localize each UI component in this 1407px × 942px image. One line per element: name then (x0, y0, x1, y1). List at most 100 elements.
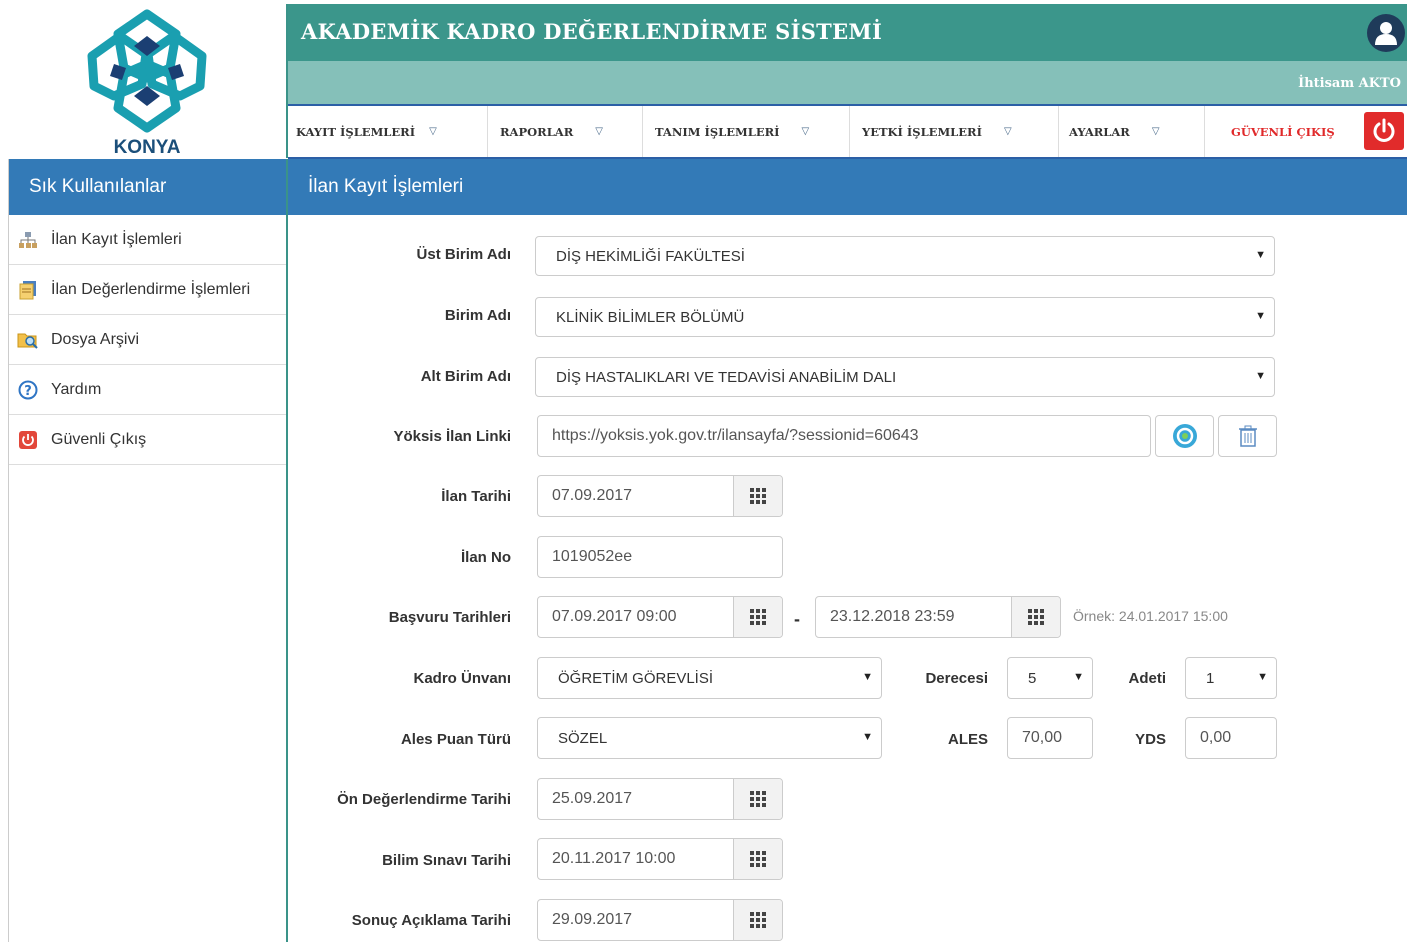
label-ust-birim: Üst Birim Adı (416, 246, 511, 263)
input-value: 20.11.2017 10:00 (552, 850, 676, 867)
power-icon (1373, 118, 1395, 142)
sidebar-item-label: İlan Değerlendirme İşlemleri (51, 280, 251, 298)
chevron-down-icon: ▽ (595, 126, 603, 137)
on-degerlendirme-input[interactable]: 25.09.2017 (537, 778, 783, 820)
nav-raporlar[interactable]: RAPORLAR ▽ (488, 106, 643, 157)
select-value: ÖĞRETİM GÖREVLİSİ (558, 669, 714, 687)
app-title: AKADEMİK KADRO DEĞERLENDİRME SİSTEMİ (301, 19, 883, 44)
sidebar-item-label: Güvenli Çıkış (51, 430, 147, 448)
basvuru-baslangic-input[interactable]: 07.09.2017 09:00 (537, 596, 783, 638)
main-nav: KAYIT İŞLEMLERİ ▽ RAPORLAR ▽ TANIM İŞLEMLE… (288, 104, 1407, 159)
select-value: 1 (1206, 669, 1215, 687)
chevron-down-icon: ▽ (801, 126, 810, 137)
sonuc-aciklama-input[interactable]: 29.09.2017 (537, 899, 783, 941)
calendar-grid-icon[interactable] (733, 597, 782, 637)
label-ilan-tarihi: İlan Tarihi (441, 488, 511, 505)
logo-text: KONYA (113, 137, 181, 158)
input-value: 07.09.2017 (552, 487, 633, 504)
calendar-grid-icon[interactable] (1011, 597, 1060, 637)
konya-logo-icon (87, 9, 207, 133)
input-value: 0,00 (1200, 729, 1232, 746)
label-adet: Adeti (1128, 670, 1167, 687)
refresh-button[interactable] (1155, 415, 1214, 457)
yds-input[interactable]: 0,00 (1185, 717, 1277, 759)
label-bilim-sinavi: Bilim Sınavı Tarihi (382, 852, 511, 869)
input-value: 29.09.2017 (552, 911, 633, 928)
ust-birim-select[interactable]: DİŞ HEKİMLİĞİ FAKÜLTESİ ▼ (535, 236, 1275, 276)
label-birim: Birim Adı (444, 307, 511, 324)
calendar-grid-icon[interactable] (733, 900, 782, 940)
sidebar-item-dosya-arsivi[interactable]: Dosya Arşivi (9, 315, 287, 365)
select-value: DİŞ HASTALIKLARI VE TEDAVİSİ ANABİLİM DA… (556, 368, 897, 386)
sidebar-title: Sık Kullanılanlar (9, 159, 289, 215)
sidebar-divider (286, 159, 288, 942)
select-value: 5 (1028, 669, 1037, 687)
label-ales: ALES (947, 731, 988, 748)
chevron-down-icon: ▽ (1003, 126, 1012, 137)
delete-button[interactable] (1218, 415, 1277, 457)
yoksis-link-input[interactable]: https://yoksis.yok.gov.tr/ilansayfa/?ses… (537, 415, 1151, 457)
sidebar-item-ilan-kayit[interactable]: İlan Kayıt İşlemleri (9, 215, 287, 265)
sidebar-item-guvenli-cikis[interactable]: Güvenli Çıkış (9, 415, 287, 465)
chevron-down-icon: ▽ (429, 126, 437, 137)
nav-label: AYARLAR (1069, 124, 1130, 139)
nav-kayit-islemleri[interactable]: KAYIT İŞLEMLERİ ▽ (288, 106, 488, 157)
derece-select[interactable]: 5 ▼ (1007, 657, 1093, 699)
ales-input[interactable]: 70,00 (1007, 717, 1093, 759)
nav-label: GÜVENLİ ÇIKIŞ (1231, 124, 1335, 139)
sidebar-item-yardim[interactable]: ? Yardım (9, 365, 287, 415)
caret-down-icon: ▼ (1255, 249, 1266, 261)
nav-tanim-islemleri[interactable]: TANIM İŞLEMLERİ ▽ (643, 106, 850, 157)
calendar-grid-icon[interactable] (733, 779, 782, 819)
nav-ayarlar[interactable]: AYARLAR ▽ (1059, 106, 1205, 157)
label-yds: YDS (1135, 731, 1166, 748)
label-ales-tur: Ales Puan Türü (400, 731, 511, 748)
label-sonuc-aciklama: Sonuç Açıklama Tarihi (351, 912, 511, 929)
caret-down-icon: ▼ (862, 731, 873, 743)
label-ilan-no: İlan No (460, 549, 511, 566)
caret-down-icon: ▼ (1073, 671, 1084, 683)
caret-down-icon: ▼ (1255, 310, 1266, 322)
sitemap-icon (17, 229, 39, 251)
birim-select[interactable]: KLİNİK BİLİMLER BÖLÜMÜ ▼ (535, 297, 1275, 337)
nav-label: YETKİ İŞLEMLERİ (862, 124, 982, 139)
refresh-icon (1172, 424, 1197, 448)
sidebar-item-ilan-degerlendirme[interactable]: İlan Değerlendirme İşlemleri (9, 265, 287, 315)
bilim-sinavi-input[interactable]: 20.11.2017 10:00 (537, 838, 783, 880)
ales-puan-turu-select[interactable]: SÖZEL ▼ (537, 717, 882, 759)
folder-search-icon (17, 329, 39, 351)
ilan-no-input[interactable]: 1019052ee (537, 536, 783, 578)
label-kadro: Kadro Ünvanı (413, 670, 511, 687)
help-icon: ? (17, 379, 39, 401)
calendar-grid-icon[interactable] (733, 476, 782, 516)
nav-label: RAPORLAR (500, 124, 574, 139)
power-button[interactable] (1364, 112, 1404, 150)
caret-down-icon: ▼ (862, 671, 873, 683)
alt-birim-select[interactable]: DİŞ HASTALIKLARI VE TEDAVİSİ ANABİLİM DA… (535, 357, 1275, 397)
label-on-degerlendirme: Ön Değerlendirme Tarihi (337, 791, 511, 808)
nav-label: KAYIT İŞLEMLERİ (296, 124, 416, 139)
ilan-tarihi-input[interactable]: 07.09.2017 (537, 475, 783, 517)
nav-guvenli-cikis[interactable]: GÜVENLİ ÇIKIŞ (1205, 106, 1355, 157)
caret-down-icon: ▼ (1255, 370, 1266, 382)
input-value: 23.12.2018 23:59 (830, 608, 955, 625)
app-header: AKADEMİK KADRO DEĞERLENDİRME SİSTEMİ (288, 4, 1407, 61)
user-avatar-icon[interactable] (1367, 14, 1405, 52)
kadro-unvani-select[interactable]: ÖĞRETİM GÖREVLİSİ ▼ (537, 657, 882, 699)
label-alt-birim: Alt Birim Adı (420, 368, 511, 385)
input-value: 25.09.2017 (552, 790, 633, 807)
sidebar: Sık Kullanılanlar İlan Kayıt İşlemleri İ… (8, 159, 289, 942)
logo-area[interactable]: KONYA (8, 4, 288, 158)
input-value: 07.09.2017 09:00 (552, 608, 677, 625)
basvuru-bitis-input[interactable]: 23.12.2018 23:59 (815, 596, 1061, 638)
nav-yetki-islemleri[interactable]: YETKİ İŞLEMLERİ ▽ (850, 106, 1059, 157)
input-value: https://yoksis.yok.gov.tr/ilansayfa/?ses… (552, 427, 919, 444)
date-range-separator: - (794, 609, 800, 629)
sidebar-item-label: İlan Kayıt İşlemleri (51, 230, 182, 248)
user-bar: İhtisam AKTO (288, 61, 1407, 104)
select-value: SÖZEL (558, 729, 608, 747)
calendar-grid-icon[interactable] (733, 839, 782, 879)
adet-select[interactable]: 1 ▼ (1185, 657, 1277, 699)
user-name[interactable]: İhtisam AKTO (1298, 76, 1401, 91)
sidebar-item-label: Dosya Arşivi (51, 330, 140, 348)
